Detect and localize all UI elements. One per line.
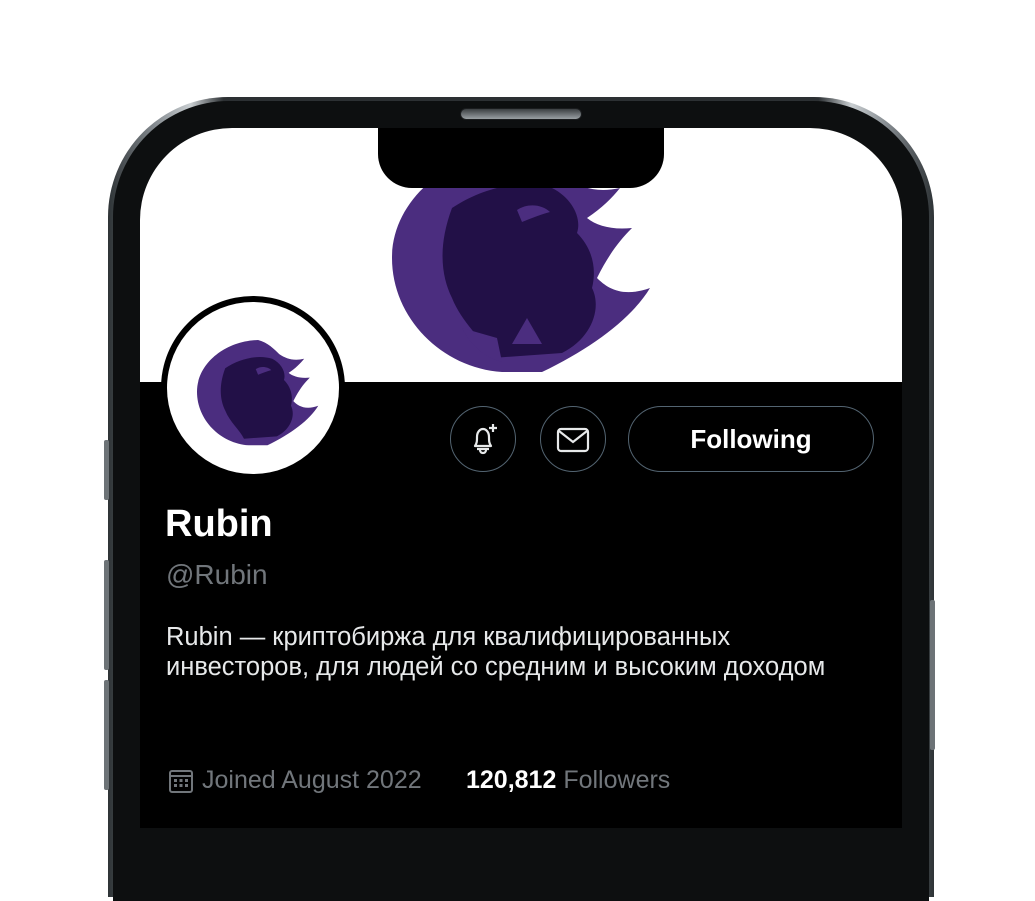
phone-side-button	[104, 680, 109, 790]
following-button[interactable]: Following	[628, 406, 874, 472]
message-button[interactable]	[540, 406, 606, 472]
calendar-icon	[168, 768, 194, 794]
profile-handle: @Rubin	[166, 559, 268, 590]
profile-name: Rubin	[165, 503, 273, 545]
bell-plus-icon	[473, 424, 497, 455]
phone-side-button	[930, 600, 935, 750]
phone-side-button	[104, 440, 109, 500]
envelope-icon	[556, 427, 590, 453]
notify-button[interactable]	[450, 406, 516, 472]
profile-bio: Rubin — криптобиржа для квалифицированны…	[166, 623, 826, 681]
avatar-eagle-logo	[197, 340, 319, 446]
followers-label: Followers	[563, 766, 671, 794]
phone-speaker	[460, 108, 582, 120]
phone-notch	[378, 128, 664, 188]
joined-date: Joined August 2022	[168, 766, 422, 795]
joined-label: Joined August 2022	[202, 766, 422, 794]
phone-side-button	[104, 560, 109, 670]
followers-count: 120,812	[466, 766, 557, 794]
avatar[interactable]	[161, 296, 345, 480]
followers-link[interactable]: 120,812 Followers	[466, 766, 670, 795]
